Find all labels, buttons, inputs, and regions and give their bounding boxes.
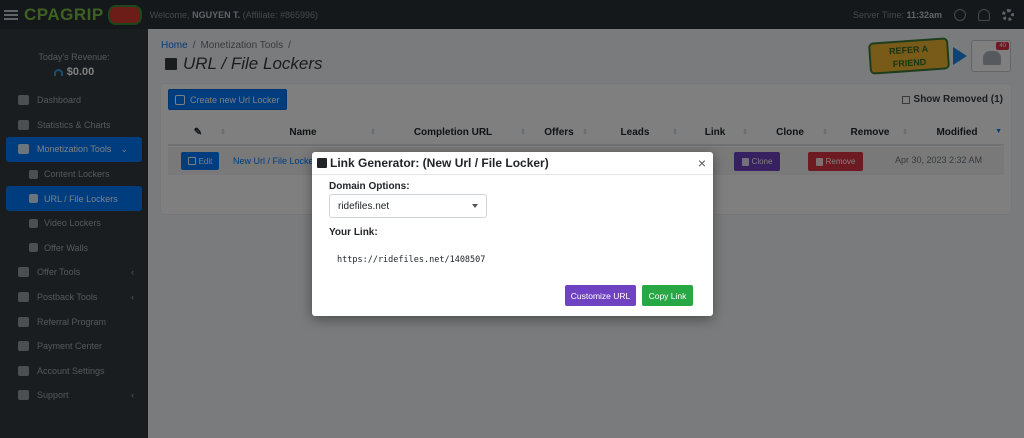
link-generator-modal: Link Generator: (New Url / File Locker) … <box>312 152 713 316</box>
your-link-label: Your Link: <box>329 227 378 238</box>
domain-select[interactable]: ridefiles.net <box>329 194 487 218</box>
domain-options-label: Domain Options: <box>329 181 410 192</box>
modal-header: Link Generator: (New Url / File Locker) <box>312 152 713 175</box>
chevron-down-icon <box>472 204 478 208</box>
copy-link-button[interactable]: Copy Link <box>642 285 693 306</box>
modal-title: Link Generator: (New Url / File Locker) <box>330 156 549 170</box>
close-icon[interactable]: × <box>698 156 706 170</box>
external-link-icon <box>317 158 327 168</box>
domain-selected-value: ridefiles.net <box>338 200 390 212</box>
customize-url-button[interactable]: Customize URL <box>565 285 636 306</box>
generated-link[interactable]: https://ridefiles.net/1408507 <box>337 255 485 265</box>
